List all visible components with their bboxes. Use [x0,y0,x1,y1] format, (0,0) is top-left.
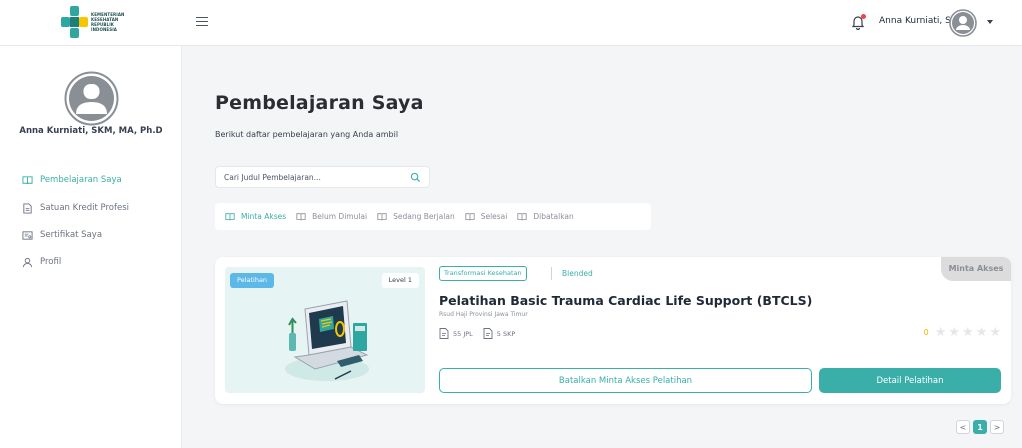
pagination-page-1[interactable]: 1 [973,420,987,434]
sidebar-item-profil[interactable]: Profil [22,254,172,270]
document-icon [439,328,449,339]
status-tabs: Minta Akses Belum Dimulai Sedang Berjala… [215,203,651,230]
user-icon [22,257,33,267]
book-open-icon [296,212,306,220]
header-avatar[interactable] [949,9,977,37]
chevron-down-icon[interactable] [987,20,993,24]
pagination-prev-button[interactable]: < [956,420,970,434]
sidebar-item-sertifikat-saya[interactable]: Sertifikat Saya [22,227,172,243]
skp-info: 5 SKP [483,328,516,339]
hamburger-menu-icon[interactable] [196,17,208,27]
logo-text: KEMENTERIAN KESEHATAN REPUBLIK INDONESIA [91,12,125,32]
book-open-icon [377,212,387,220]
star-icon: ★ [962,325,974,340]
rating-value: 0 [923,328,929,337]
sidebar-item-pembelajaran-saya[interactable]: Pembelajaran Saya [22,172,172,188]
course-thumbnail[interactable]: Pelatihan Level 1 [225,267,425,393]
course-card: Pelatihan Level 1 Transformasi Kesehatan… [215,257,1011,404]
course-type-badge: Pelatihan [230,273,275,288]
book-open-icon [225,212,235,220]
course-mode-label: Blended [562,269,593,278]
course-rating: 0 ★ ★ ★ ★ ★ [924,326,1001,339]
tab-label: Minta Akses [241,212,287,221]
tab-dibatalkan[interactable]: Dibatalkan [517,212,574,222]
sidebar-item-satuan-kredit-profesi[interactable]: Satuan Kredit Profesi [22,200,172,216]
notification-bell-icon[interactable] [851,14,867,32]
status-badge: Minta Akses [941,257,1011,281]
tab-label: Sedang Berjalan [393,212,455,221]
sidebar-item-label: Sertifikat Saya [40,230,103,240]
document-icon [23,202,32,214]
book-open-icon [517,212,527,220]
search-box [215,166,430,188]
tab-belum-dimulai[interactable]: Belum Dimulai [296,212,367,222]
tab-label: Selesai [480,212,508,221]
sidebar-item-label: Pembelajaran Saya [40,175,122,185]
notification-dot [861,14,866,19]
book-open-icon [22,175,33,184]
star-icon: ★ [975,325,988,340]
profile-avatar [64,71,119,126]
tab-label: Dibatalkan [533,212,574,221]
chip-divider [551,267,552,280]
page-subtitle: Berikut daftar pembelajaran yang Anda am… [215,130,399,139]
laptop-illustration-icon [285,300,369,381]
jpl-info: 55 JPL [439,328,473,339]
skp-value: 5 SKP [496,329,516,338]
search-input[interactable] [224,171,404,184]
sidebar: Anna Kurniati, SKM, MA, Ph.D Pembelajara… [0,46,182,448]
star-icon: ★ [934,325,947,340]
course-organizer: Rsud Haji Provinsi Jawa Timur [439,311,528,318]
tab-selesai[interactable]: Selesai [465,212,508,222]
jpl-value: 55 JPL [453,329,473,338]
tab-label: Belum Dimulai [312,212,368,221]
search-icon[interactable] [410,172,421,183]
course-meta: 55 JPL 5 SKP [439,328,525,339]
tab-sedang-berjalan[interactable]: Sedang Berjalan [377,212,455,222]
course-detail-button[interactable]: Detail Pelatihan [819,368,1001,393]
page-title: Pembelajaran Saya [215,92,424,114]
profile-name: Anna Kurniati, SKM, MA, Ph.D [19,126,163,136]
course-title[interactable]: Pelatihan Basic Trauma Cardiac Life Supp… [439,293,812,308]
star-icon: ★ [948,325,961,340]
document-icon [483,328,493,339]
course-category-chip: Transformasi Kesehatan [439,266,527,281]
top-bar: KEMENTERIAN KESEHATAN REPUBLIK INDONESIA… [0,0,1022,46]
course-level-badge: Level 1 [381,273,419,288]
pagination-next-button[interactable]: > [990,420,1004,434]
book-open-icon [465,212,475,220]
pagination: < 1 > [956,420,1007,434]
sidebar-item-label: Satuan Kredit Profesi [40,203,130,213]
kemenkes-logo-mark [61,6,88,38]
cancel-access-request-button[interactable]: Batalkan Minta Akses Pelatihan [439,368,812,393]
star-icon: ★ [989,325,1001,340]
kemenkes-logo[interactable]: KEMENTERIAN KESEHATAN REPUBLIK INDONESIA [60,5,170,41]
sidebar-item-label: Profil [40,257,62,267]
tab-minta-akses[interactable]: Minta Akses [225,212,286,222]
certificate-icon [22,230,33,240]
